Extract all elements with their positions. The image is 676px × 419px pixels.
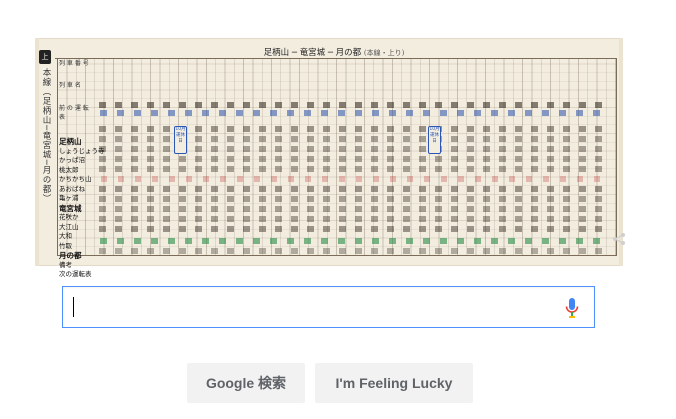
station-name: 次の運転表 [59, 270, 92, 278]
timetable-row [95, 186, 610, 192]
timetable-row [95, 196, 610, 202]
search-box[interactable] [62, 286, 595, 328]
timetable-row [95, 206, 610, 212]
station-name: かちかち山 [59, 175, 92, 183]
header-train-name: 列 車 名 [59, 82, 81, 89]
timetable-row [95, 136, 610, 142]
timetable-row-notes [95, 238, 610, 244]
station-name: 大和 [59, 232, 72, 240]
timetable-row [95, 146, 610, 152]
station-name: しょうじょう寺 [59, 146, 105, 155]
timetable-row [95, 166, 610, 172]
station-list: 足柄山 しょうじょう寺 かっぱ沼 桃太郎 かちかち山 あおばね 亀ヶ浦 竜宮城 … [59, 137, 105, 278]
timetable-row [95, 156, 610, 162]
share-icon[interactable] [612, 232, 626, 246]
search-input[interactable] [71, 293, 545, 323]
station-name: 桃太郎 [59, 165, 79, 174]
timetable-title-text: 足柄山 ─ 竜宮城 ─ 月の都 [263, 48, 362, 58]
station-name: 竜宮城 [59, 203, 82, 213]
google-search-button[interactable]: Google 検索 [187, 363, 305, 403]
timetable-subtitle: (本線・上り) [363, 49, 405, 57]
station-name: 竹取 [59, 241, 72, 250]
timetable-row [95, 176, 610, 182]
doodle-timetable[interactable]: 上り 本線（足柄山─竜宮城─月の都） 足柄山 ─ 竜宮城 ─ 月の都 (本線・上… [35, 38, 623, 278]
timetable-row-prev [95, 102, 610, 108]
station-name: 大江山 [59, 222, 79, 231]
doodle-side-label: 上り 本線（足柄山─竜宮城─月の都） [39, 50, 53, 260]
header-prev-table: 前 の 運 転 表 [59, 105, 89, 121]
timetable-row [95, 126, 610, 132]
station-name: 備考 [59, 260, 72, 269]
text-cursor [73, 297, 74, 317]
station-name: あおばね [59, 184, 85, 193]
station-name: 亀ヶ浦 [59, 194, 79, 202]
feeling-lucky-button[interactable]: I'm Feeling Lucky [315, 363, 473, 403]
station-name: かっぱ沼 [59, 156, 85, 164]
microphone-icon[interactable] [564, 296, 580, 320]
line-name: 本線（足柄山─竜宮城─月の都） [41, 68, 51, 204]
station-name: 花咲か [59, 213, 79, 221]
direction-badge: 上り [39, 50, 51, 75]
station-name: 足柄山 [59, 137, 82, 146]
timetable-callout: 10月運休日 [428, 126, 441, 154]
timetable-row-connection [95, 110, 610, 116]
timetable-row-next [95, 248, 610, 254]
timetable-row [95, 216, 610, 222]
station-name: 月の都 [59, 251, 82, 260]
timetable-callout: 10月運休日 [174, 126, 187, 154]
header-train-number: 列 車 番 号 [59, 60, 89, 67]
timetable-row [95, 226, 610, 232]
